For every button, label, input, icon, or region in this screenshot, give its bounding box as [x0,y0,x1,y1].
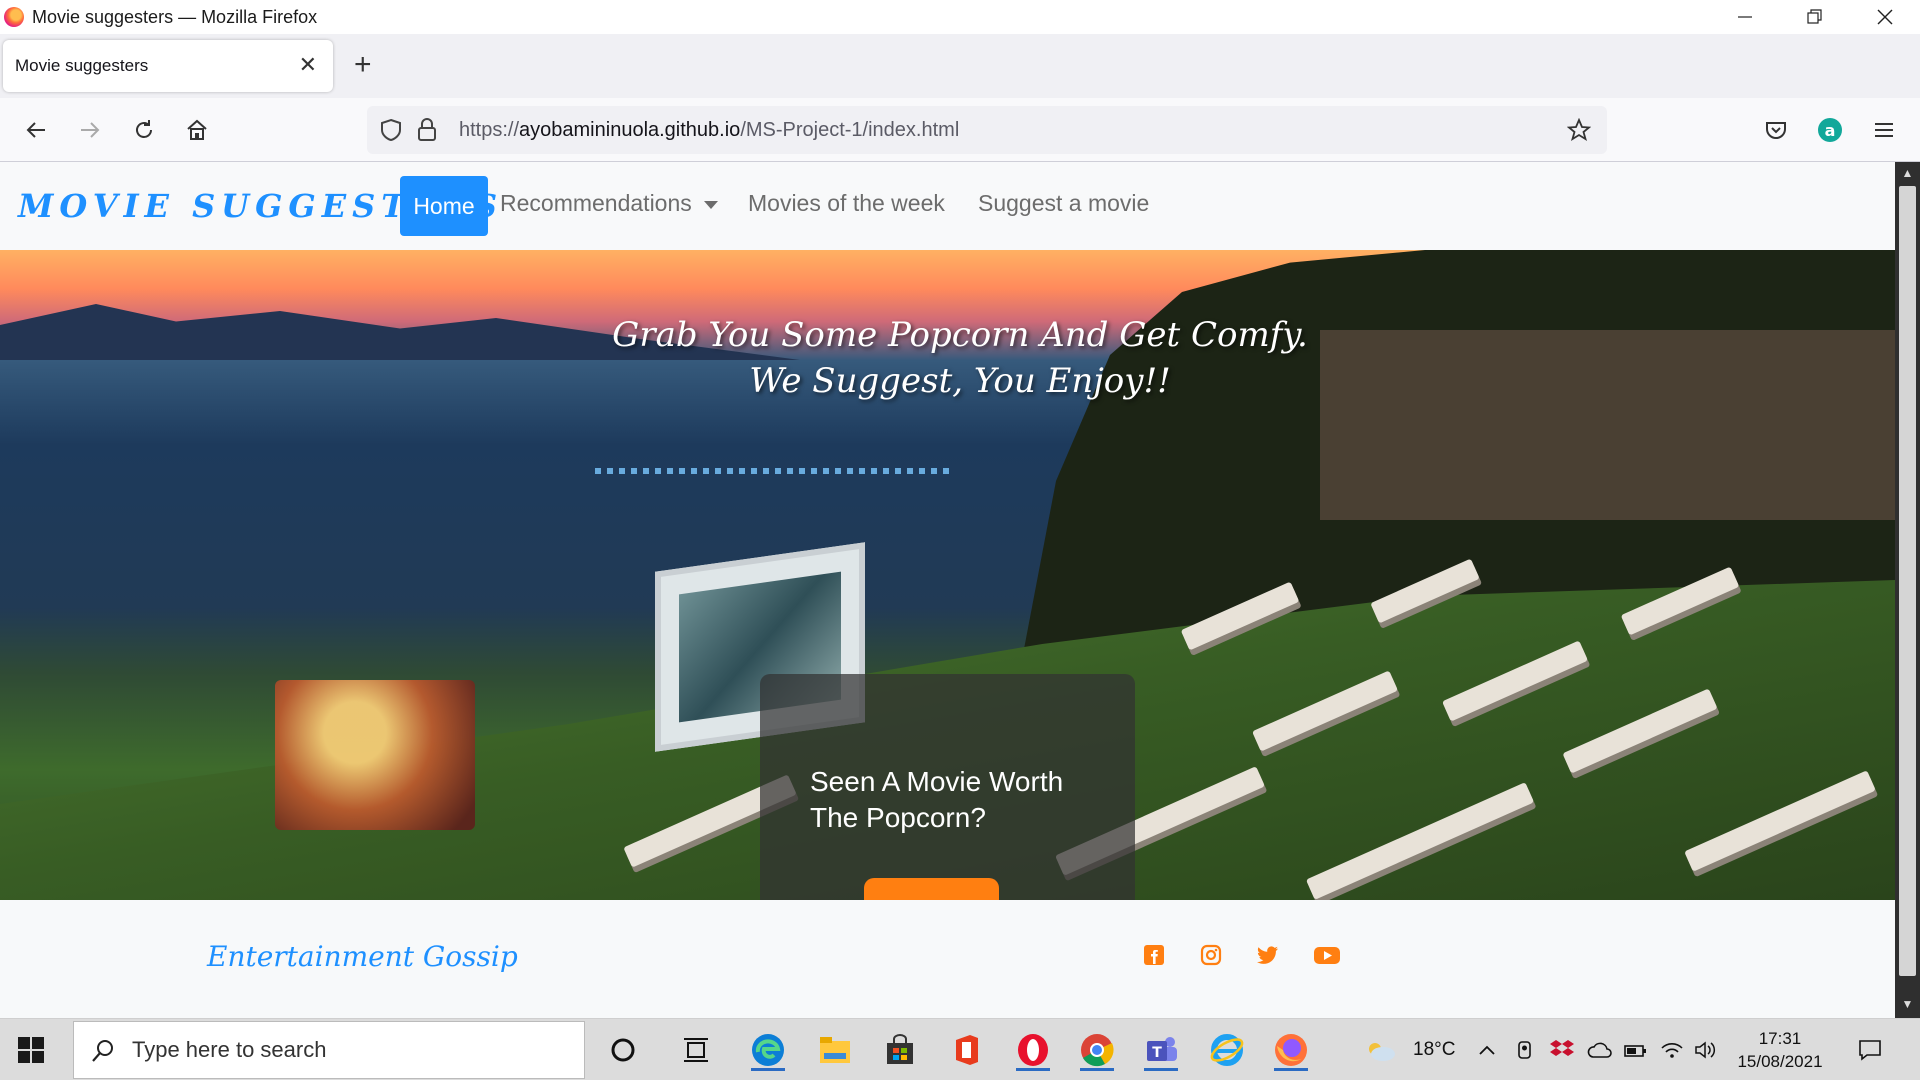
task-view-icon[interactable] [675,1029,717,1071]
tab-strip: Movie suggesters ✕ + [0,34,1920,98]
edge-icon[interactable] [747,1029,789,1071]
browser-toolbar: https://ayobamininuola.github.io/MS-Proj… [0,98,1920,162]
firefox-icon[interactable] [1270,1029,1312,1071]
office-icon[interactable] [946,1029,988,1071]
active-indicator [1080,1068,1114,1071]
taskbar-search-box[interactable]: Type here to search [73,1021,585,1079]
windows-start-icon[interactable] [18,1037,44,1063]
nav-recommendations-dropdown[interactable]: Recommendations [500,190,718,217]
recommend-card-title: Seen A Movie Worth The Popcorn? [810,766,1064,833]
cortana-icon[interactable] [602,1029,644,1071]
window-title: Movie suggesters — Mozilla Firefox [32,6,318,27]
scroll-down-icon[interactable]: ▼ [1899,997,1916,1014]
close-icon [1877,9,1893,25]
volume-icon[interactable] [1690,1029,1722,1071]
active-indicator [751,1068,785,1071]
tab-label: Movie suggesters [15,56,149,75]
site-navbar: MOVIE SUGGESTERS Home Recommendations Mo… [0,162,1895,250]
caret-down-icon [703,200,718,209]
reload-icon [136,120,152,138]
hero-pier-lights [595,468,955,474]
window-titlebar: Movie suggesters — Mozilla Firefox [0,0,1920,34]
tab-movie-suggesters[interactable]: Movie suggesters ✕ [3,40,333,92]
svg-text:T: T [1152,1045,1162,1061]
taskbar-search-placeholder: Type here to search [132,1037,327,1062]
pocket-icon [1766,122,1786,139]
restore-icon [1807,9,1822,24]
active-indicator [1274,1068,1308,1071]
home-icon [187,119,207,140]
reload-button[interactable] [126,112,162,148]
weather-cloud-icon[interactable] [1360,1029,1400,1071]
minimize-button[interactable] [1710,0,1780,34]
nav-recommendations-label: Recommendations [500,190,692,216]
back-button[interactable] [18,112,54,148]
entertainment-gossip-heading: Entertainment Gossip [207,940,518,973]
teams-icon[interactable]: T [1140,1029,1182,1071]
dropbox-icon[interactable] [1546,1029,1578,1071]
account-avatar-icon: a [1818,118,1842,142]
chrome-icon[interactable] [1076,1029,1118,1071]
clock-date: 15/08/2021 [1737,1052,1823,1071]
opera-icon[interactable] [1012,1029,1054,1071]
hero-tagline-line2: We Suggest, You Enjoy!! [749,361,1171,401]
pocket-button[interactable] [1758,112,1794,148]
meet-now-icon[interactable] [1512,1029,1540,1071]
hero-tagline: Grab You Some Popcorn And Get Comfy. We … [0,312,1895,404]
wifi-icon[interactable] [1656,1029,1688,1071]
search-icon [92,1040,113,1062]
tab-close-icon[interactable]: ✕ [299,52,317,78]
url-bar[interactable]: https://ayobamininuola.github.io/MS-Proj… [367,106,1607,154]
scrollbar-thumb[interactable] [1899,186,1916,976]
internet-explorer-icon[interactable] [1206,1029,1248,1071]
hero-tagline-line1: Grab You Some Popcorn And Get Comfy. [612,315,1308,355]
new-tab-button[interactable]: + [354,48,372,82]
site-footer: Entertainment Gossip [0,900,1895,1018]
hamburger-menu-icon [1875,123,1893,137]
restore-button[interactable] [1780,0,1850,34]
account-avatar-button[interactable]: a [1812,112,1848,148]
weather-temperature[interactable]: 18°C [1413,1039,1455,1061]
arrow-right-icon [81,122,100,138]
page-viewport: MOVIE SUGGESTERS Home Recommendations Mo… [0,162,1895,1018]
hero-popcorn-cart [275,680,475,830]
taskbar-clock[interactable]: 17:31 15/08/2021 [1725,1027,1835,1073]
instagram-icon[interactable] [1198,942,1224,968]
home-button[interactable] [179,112,215,148]
notification-center-icon[interactable] [1850,1029,1890,1071]
tracking-shield-icon[interactable] [377,116,405,144]
chevron-up-icon[interactable] [1472,1029,1502,1071]
windows-taskbar: Type here to search T 18°C 17:31 15/08/2… [0,1018,1920,1080]
arrow-left-icon [26,122,45,138]
firefox-logo-icon [4,7,24,27]
nav-movies-of-the-week-link[interactable]: Movies of the week [748,190,945,217]
minimize-icon [1738,16,1752,18]
forward-button[interactable] [72,112,108,148]
active-indicator [1016,1068,1050,1071]
file-explorer-icon[interactable] [814,1029,856,1071]
nav-suggest-a-movie-link[interactable]: Suggest a movie [978,190,1149,217]
page-scrollbar[interactable]: ▲ ▼ [1895,162,1920,1018]
microsoft-store-icon[interactable] [879,1029,921,1071]
battery-icon[interactable] [1620,1029,1652,1071]
nav-home-link[interactable]: Home [400,176,488,236]
bookmark-star-icon[interactable] [1565,116,1593,144]
scroll-up-icon[interactable]: ▲ [1899,166,1916,183]
facebook-icon[interactable] [1141,942,1167,968]
twitter-icon[interactable] [1255,942,1281,968]
clock-time: 17:31 [1758,1029,1802,1048]
url-text[interactable]: https://ayobamininuola.github.io/MS-Proj… [459,119,959,142]
close-window-button[interactable] [1850,0,1920,34]
lock-icon[interactable] [413,116,441,144]
youtube-icon[interactable] [1312,942,1342,968]
menu-button[interactable] [1866,112,1902,148]
active-indicator [1144,1068,1178,1071]
svg-text:a: a [1825,121,1836,140]
onedrive-cloud-icon[interactable] [1584,1029,1616,1071]
